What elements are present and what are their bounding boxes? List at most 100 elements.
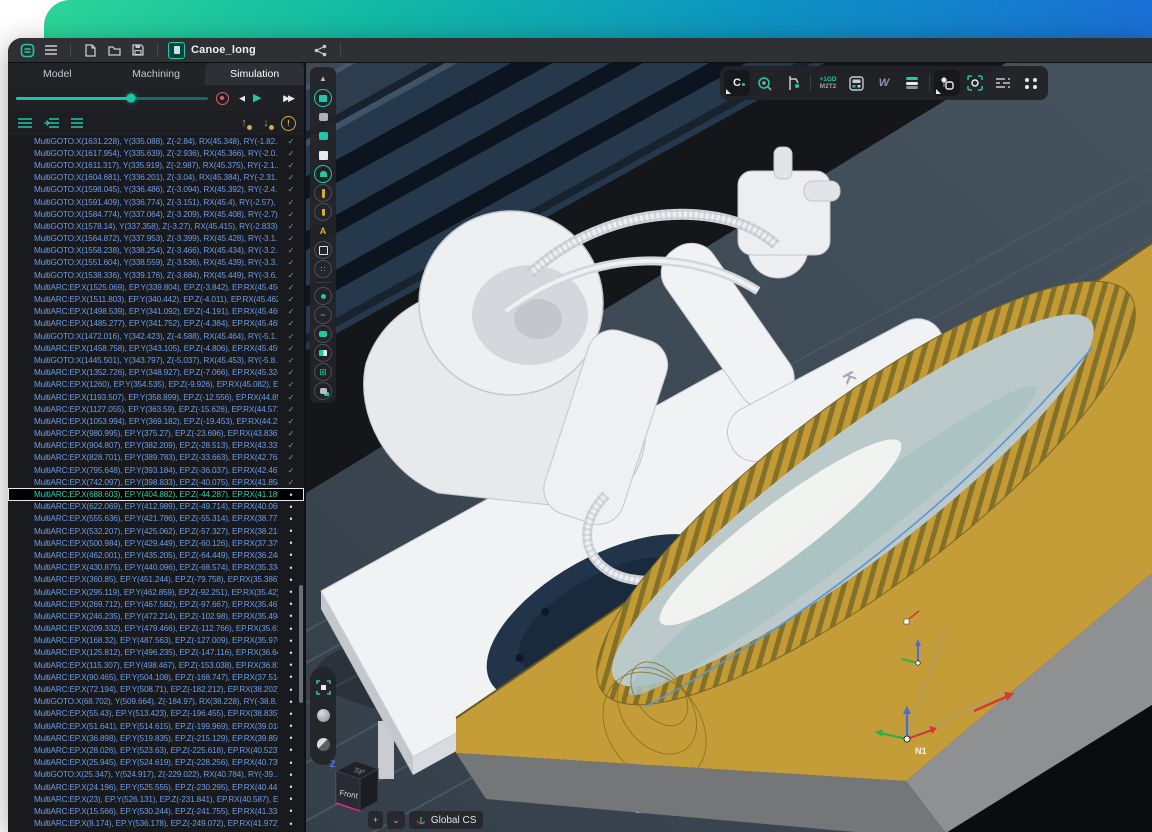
program-row[interactable]: MultiGOTO:X(1445.501), Y(343.797), Z(-5.… xyxy=(8,354,304,366)
cutter-tool-icon[interactable] xyxy=(313,204,333,220)
surface-icon[interactable] xyxy=(313,326,333,342)
warnings-icon[interactable]: ! xyxy=(281,116,296,131)
apps-grid-icon[interactable] xyxy=(1018,70,1044,96)
cs-dropdown-button[interactable]: ⌄ xyxy=(387,811,405,829)
body-point-icon[interactable] xyxy=(313,383,333,399)
spindle-tool-icon[interactable] xyxy=(313,185,333,201)
point-icon[interactable] xyxy=(313,288,333,304)
program-row[interactable]: MultiGOTO:X(1604.681), Y(336.201), Z(-3.… xyxy=(8,172,304,184)
program-row[interactable]: MultiARC:EP.X(622.069), EP.Y(412.989), E… xyxy=(8,501,304,513)
program-row[interactable]: MultiGOTO:X(1551.604), Y(338.559), Z(-3.… xyxy=(8,257,304,269)
program-row[interactable]: MultiGOTO:X(1611.317), Y(335.919), Z(-2.… xyxy=(8,159,304,171)
display-options-icon[interactable] xyxy=(990,70,1016,96)
program-row[interactable]: MultiGOTO:X(1472.016), Y(342.423), Z(-4.… xyxy=(8,330,304,342)
program-row[interactable]: MultiARC:EP.X(532.207), EP.Y(425.062), E… xyxy=(8,525,304,537)
collapse-strip-icon[interactable]: ▲ xyxy=(313,71,333,87)
program-row[interactable]: MultiARC:EP.X(1053.994), EP.Y(369.182), … xyxy=(8,415,304,427)
program-row[interactable]: MultiARC:EP.X(1352.726), EP.Y(348.927), … xyxy=(8,367,304,379)
forward-button[interactable]: ▶▶ xyxy=(280,90,296,106)
global-cs-chip[interactable]: Global CS xyxy=(409,811,484,829)
caliper-icon[interactable] xyxy=(780,70,806,96)
tool-orientation-icon[interactable]: C xyxy=(724,70,750,96)
program-row[interactable]: MultiARC:EP.X(1511.803), EP.Y(340.442), … xyxy=(8,293,304,305)
playback-slider[interactable] xyxy=(16,97,208,100)
program-row[interactable]: MultiARC:EP.X(295.119), EP.Y(462.859), E… xyxy=(8,586,304,598)
program-row[interactable]: MultiARC:EP.X(742.097), EP.Y(398.833), E… xyxy=(8,476,304,488)
program-row[interactable]: MultiGOTO:X(1591.409), Y(336.774), Z(-3.… xyxy=(8,196,304,208)
program-row[interactable]: MultiARC:EP.X(1525.069), EP.Y(339.804), … xyxy=(8,281,304,293)
program-row[interactable]: MultiARC:EP.X(1458.758), EP.Y(343.105), … xyxy=(8,342,304,354)
program-row[interactable]: MultiGOTO:X(1558.238), Y(338.254), Z(-3.… xyxy=(8,245,304,257)
play-button[interactable]: ▶ xyxy=(258,90,274,106)
program-row[interactable]: MultiARC:EP.X(168.32), EP.Y(487.563), EP… xyxy=(8,635,304,647)
program-row[interactable]: MultiARC:EP.X(904.807), EP.Y(382.209), E… xyxy=(8,440,304,452)
program-row[interactable]: MultiARC:EP.X(1485.277), EP.Y(341.752), … xyxy=(8,318,304,330)
program-row[interactable]: MultiARC:EP.X(430.875), EP.Y(440.096), E… xyxy=(8,562,304,574)
program-row[interactable]: MultiARC:EP.X(36.898), EP.Y(519.835), EP… xyxy=(8,732,304,744)
program-row[interactable]: MultiGOTO:X(25.347), Y(524.917), Z(-229.… xyxy=(8,769,304,781)
program-row[interactable]: MultiGOTO:X(1631.228), Y(335.088), Z(-2.… xyxy=(8,135,304,147)
save-icon[interactable] xyxy=(129,41,147,59)
goto-current-line-icon[interactable] xyxy=(42,115,60,131)
tab-simulation[interactable]: Simulation xyxy=(205,63,304,85)
curve-icon[interactable]: ~ xyxy=(313,307,333,323)
program-row[interactable]: MultiARC:EP.X(980.995), EP.Y(375.27), EP… xyxy=(8,428,304,440)
waveform-icon[interactable]: W xyxy=(871,70,897,96)
feed-badge[interactable]: +1GDM2T2 xyxy=(815,70,841,96)
program-row[interactable]: MultiARC:EP.X(246.235), EP.Y(472.214), E… xyxy=(8,610,304,622)
program-row[interactable]: MultiARC:EP.X(795.648), EP.Y(393.184), E… xyxy=(8,464,304,476)
program-row[interactable]: MultiARC:EP.X(1498.539), EP.Y(341.092), … xyxy=(8,306,304,318)
program-row[interactable]: MultiARC:EP.X(462.001), EP.Y(435.205), E… xyxy=(8,549,304,561)
program-row[interactable]: MultiARC:EP.X(209.332), EP.Y(479.466), E… xyxy=(8,623,304,635)
open-folder-icon[interactable] xyxy=(105,41,123,59)
next-issue-icon[interactable]: ↓ xyxy=(259,118,273,129)
program-row[interactable]: MultiARC:EP.X(23), EP.Y(526.131), EP.Z(-… xyxy=(8,793,304,805)
probe-icon[interactable] xyxy=(752,70,778,96)
target-icon[interactable] xyxy=(962,70,988,96)
controller-icon[interactable] xyxy=(843,70,869,96)
program-row[interactable]: MultiGOTO:X(1538.336), Y(339.176), Z(-3.… xyxy=(8,269,304,281)
program-row[interactable]: MultiARC:EP.X(15.566), EP.Y(530.244), EP… xyxy=(8,805,304,817)
program-row[interactable]: MultiARC:EP.X(1193.507), EP.Y(358.899), … xyxy=(8,391,304,403)
program-row[interactable]: MultiARC:EP.X(25.945), EP.Y(524.619), EP… xyxy=(8,757,304,769)
collapse-list-icon[interactable] xyxy=(68,115,86,131)
program-row[interactable]: MultiARC:EP.X(24.196), EP.Y(525.555), EP… xyxy=(8,781,304,793)
shaded-view-icon[interactable] xyxy=(313,708,333,724)
program-row[interactable]: MultiARC:EP.X(55.43), EP.Y(513.423), EP.… xyxy=(8,708,304,720)
station-icon[interactable] xyxy=(313,166,333,182)
program-row[interactable]: MultiARC:EP.X(8.174), EP.Y(536.178), EP.… xyxy=(8,818,304,830)
program-row[interactable]: MultiGOTO:X(1617.954), Y(335.639), Z(-2.… xyxy=(8,147,304,159)
robot-cell-icon[interactable] xyxy=(313,90,333,106)
program-row[interactable]: MultiARC:EP.X(269.712), EP.Y(467.582), E… xyxy=(8,598,304,610)
program-row[interactable]: MultiARC:EP.X(115.307), EP.Y(498.467), E… xyxy=(8,659,304,671)
program-row[interactable]: MultiARC:EP.X(1260), EP.Y(354.535), EP.Z… xyxy=(8,379,304,391)
program-row[interactable]: MultiARC:EP.X(500.984), EP.Y(429.449), E… xyxy=(8,537,304,549)
program-row[interactable]: MultiGOTO:X(1584.774), Y(337.064), Z(-3.… xyxy=(8,208,304,220)
program-row[interactable]: MultiARC:EP.X(90.465), EP.Y(504.108), EP… xyxy=(8,671,304,683)
tab-model[interactable]: Model xyxy=(8,63,107,85)
machine-gray-icon[interactable] xyxy=(313,109,333,125)
record-button[interactable] xyxy=(214,90,230,106)
machine-active-icon[interactable] xyxy=(313,128,333,144)
add-cs-button[interactable]: + xyxy=(368,811,383,829)
new-file-icon[interactable] xyxy=(81,41,99,59)
list-scrollbar[interactable] xyxy=(299,585,303,703)
program-row[interactable]: MultiARC:EP.X(828.701), EP.Y(389.783), E… xyxy=(8,452,304,464)
table-grid-icon[interactable]: ⊞ xyxy=(313,364,333,380)
program-row[interactable]: MultiGOTO:X(1578.14), Y(337.358), Z(-3.2… xyxy=(8,220,304,232)
program-row[interactable]: MultiARC:EP.X(51.641), EP.Y(514.615), EP… xyxy=(8,720,304,732)
stop-icon[interactable] xyxy=(313,147,333,163)
layers-icon[interactable] xyxy=(899,70,925,96)
axis-lock-icon[interactable]: A xyxy=(313,223,333,239)
workpiece-box-icon[interactable] xyxy=(313,242,333,258)
program-row[interactable]: MultiGOTO:X(1564.872), Y(337.953), Z(-3.… xyxy=(8,233,304,245)
program-row[interactable]: MultiARC:EP.X(360.85), EP.Y(451.244), EP… xyxy=(8,574,304,586)
program-row[interactable]: MultiARC:EP.X(1127.055), EP.Y(363.59), E… xyxy=(8,403,304,415)
prev-issue-icon[interactable]: ↑ xyxy=(237,118,251,129)
program-row[interactable]: MultiARC:EP.X(555.636), EP.Y(421.786), E… xyxy=(8,513,304,525)
program-row[interactable]: MultiGOTO:X(1598.045), Y(336.486), Z(-3.… xyxy=(8,184,304,196)
playback-knob[interactable] xyxy=(127,94,136,103)
menu-icon[interactable] xyxy=(42,41,60,59)
program-row[interactable]: MultiARC:EP.X(28.026), EP.Y(523.63), EP.… xyxy=(8,744,304,756)
program-row[interactable]: MultiARC:EP.X(72.194), EP.Y(508.71), EP.… xyxy=(8,683,304,695)
